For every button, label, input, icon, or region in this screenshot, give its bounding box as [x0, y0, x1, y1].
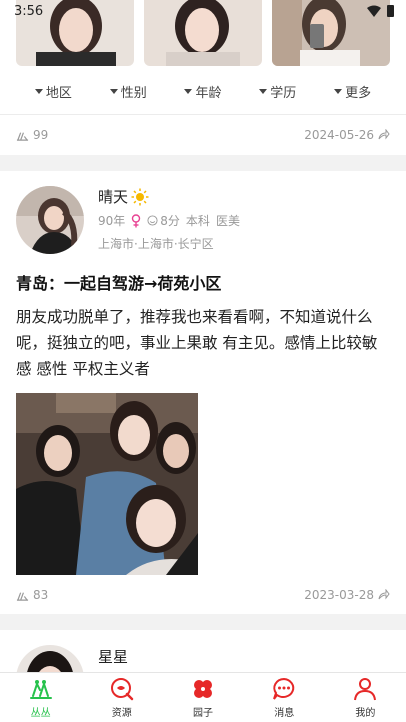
post-title[interactable]: 青岛：一起自驾游→荷苑小区 [16, 270, 221, 294]
tab-messages[interactable]: 消息 [244, 673, 325, 722]
post-date-share[interactable]: 2024-05-26 [304, 128, 390, 142]
user-score-text: 8分 [160, 214, 180, 228]
chevron-down-icon [259, 88, 268, 94]
post-body[interactable]: 朋友成功脱单了，推荐我也来看看啊，不知道说什么呢，挺独立的吧，事业上果敢 有主见… [16, 304, 392, 382]
filter-gender[interactable]: 性别 [109, 82, 147, 101]
filter-label: 年龄 [195, 85, 222, 101]
filter-label: 学历 [270, 85, 297, 101]
tab-label: 资源 [111, 708, 132, 719]
home-icon [29, 680, 52, 699]
tab-label: 我的 [355, 708, 376, 719]
avatar[interactable] [16, 186, 84, 254]
female-icon [132, 213, 141, 227]
post-date-share[interactable]: 2023-03-28 [304, 588, 390, 602]
status-icons [367, 5, 394, 17]
section-divider [0, 614, 406, 630]
profile-icon [354, 678, 377, 701]
tab-label: 园子 [193, 708, 213, 719]
wifi-icon [367, 5, 381, 17]
tab-label: 丛丛 [30, 708, 51, 719]
bottom-tab-bar: 丛丛 资源 园子 消息 我的 [0, 672, 406, 722]
post-date: 2024-05-26 [304, 128, 374, 142]
post-photo[interactable] [16, 393, 198, 575]
previous-post-meta: 99 2024-05-26 [16, 124, 390, 146]
user-location: 上海市·上海市·长宁区 [98, 237, 214, 251]
user-name[interactable]: 星星 [98, 646, 128, 667]
battery-icon [387, 5, 394, 17]
share-icon [378, 129, 390, 140]
user-name[interactable]: 晴天 [98, 186, 149, 207]
chevron-down-icon [34, 88, 43, 94]
filter-label: 更多 [345, 85, 372, 101]
tab-profile[interactable]: 我的 [325, 673, 406, 722]
user-score: 8分 [147, 212, 180, 229]
filter-label: 性别 [120, 85, 147, 101]
like-count: 83 [33, 588, 49, 602]
post-meta: 83 2023-03-28 [16, 584, 390, 606]
filter-education[interactable]: 学历 [259, 82, 296, 101]
sun-icon [131, 188, 149, 205]
message-icon [273, 677, 295, 700]
like-button[interactable]: 83 [16, 588, 48, 602]
share-icon [378, 589, 390, 600]
section-divider [0, 155, 406, 171]
chevron-down-icon [334, 88, 343, 94]
user-job: 医美 [215, 214, 240, 228]
filter-bar: 地区 性别 年龄 学历 更多 [0, 72, 406, 110]
filter-more[interactable]: 更多 [334, 82, 371, 101]
user-age: 90年 [98, 214, 126, 228]
like-count: 99 [33, 128, 49, 142]
status-time: 3:56 [14, 4, 44, 19]
clover-icon [194, 680, 212, 698]
chevron-down-icon [109, 88, 118, 94]
post-date: 2023-03-28 [304, 588, 374, 602]
like-button[interactable]: 99 [16, 128, 48, 142]
like-icon [16, 132, 29, 141]
user-name-text: 星星 [98, 648, 129, 666]
user-name-text: 晴天 [98, 188, 129, 206]
status-bar: 3:56 [0, 0, 406, 24]
resource-icon [110, 678, 133, 701]
filter-age[interactable]: 年龄 [184, 82, 222, 101]
chevron-down-icon [184, 88, 193, 94]
tab-home[interactable]: 丛丛 [0, 673, 81, 722]
filter-region[interactable]: 地区 [34, 82, 72, 101]
smile-icon [147, 215, 158, 226]
like-icon [16, 592, 29, 601]
user-education: 本科 [185, 214, 210, 228]
tab-garden[interactable]: 园子 [162, 673, 243, 722]
tab-resource[interactable]: 资源 [81, 673, 162, 722]
filter-label: 地区 [45, 85, 72, 101]
divider [0, 114, 406, 115]
user-attributes: 90年 8分 本科 医美 [98, 212, 240, 229]
tab-label: 消息 [274, 708, 295, 719]
